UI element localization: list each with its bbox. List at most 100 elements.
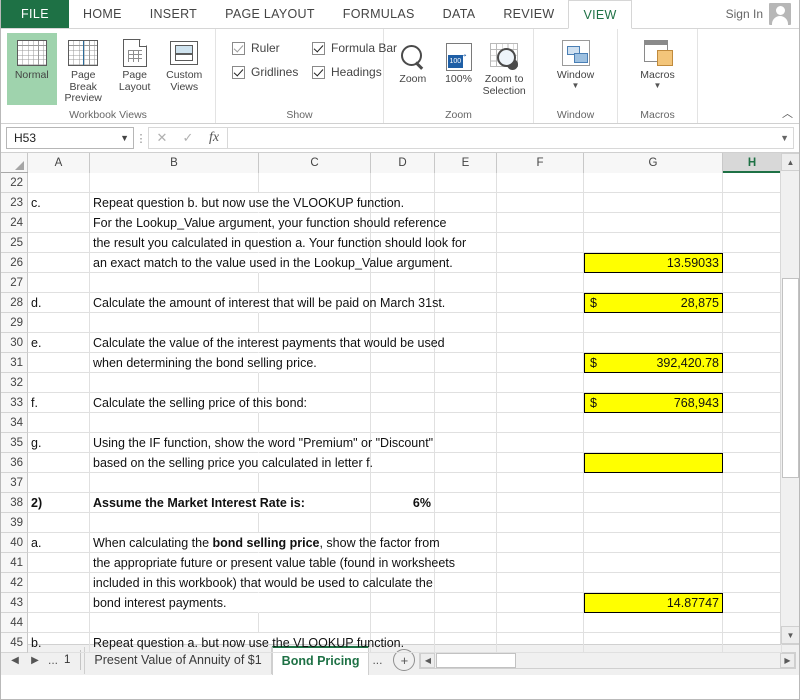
cell-F35[interactable] — [497, 433, 584, 453]
cell-G30[interactable] — [584, 333, 723, 353]
cell-C32[interactable] — [259, 373, 371, 393]
row-header-28[interactable]: 28 — [1, 293, 28, 313]
scroll-up-icon[interactable]: ▲ — [781, 153, 799, 171]
cell-F41[interactable] — [497, 553, 584, 573]
cell-H40[interactable] — [723, 533, 782, 553]
cell-E45[interactable] — [435, 633, 497, 653]
cell-F40[interactable] — [497, 533, 584, 553]
cell-G37[interactable] — [584, 473, 723, 493]
row-header-36[interactable]: 36 — [1, 453, 28, 473]
cell-B26[interactable]: an exact match to the value used in the … — [90, 253, 453, 273]
cell-B31[interactable]: when determining the bond selling price. — [90, 353, 317, 373]
cell-B22[interactable] — [90, 173, 259, 193]
cell-A30[interactable]: e. — [28, 333, 90, 353]
cell-H28[interactable] — [723, 293, 782, 313]
cell-E39[interactable] — [435, 513, 497, 533]
cell-F22[interactable] — [497, 173, 584, 193]
cell-A24[interactable] — [28, 213, 90, 233]
cell-H31[interactable] — [723, 353, 782, 373]
cell-D38[interactable]: 6% — [371, 493, 435, 513]
cell-G35[interactable] — [584, 433, 723, 453]
row-header-38[interactable]: 38 — [1, 493, 28, 513]
cell-A40[interactable]: a. — [28, 533, 90, 553]
cell-H25[interactable] — [723, 233, 782, 253]
formula-input[interactable]: ▼ — [227, 127, 794, 149]
column-header-D[interactable]: D — [371, 153, 435, 173]
cell-A31[interactable] — [28, 353, 90, 373]
cell-H23[interactable] — [723, 193, 782, 213]
cell-G38[interactable] — [584, 493, 723, 513]
confirm-icon[interactable]: ✓ — [175, 128, 201, 148]
vertical-scrollbar-thumb[interactable] — [782, 278, 799, 478]
cell-F42[interactable] — [497, 573, 584, 593]
cell-F33[interactable] — [497, 393, 584, 413]
cell-G25[interactable] — [584, 233, 723, 253]
cell-F30[interactable] — [497, 333, 584, 353]
cell-G36[interactable] — [584, 453, 723, 473]
cell-C43[interactable] — [259, 593, 371, 613]
cell-A35[interactable]: g. — [28, 433, 90, 453]
expand-formula-bar-icon[interactable]: ▼ — [780, 133, 789, 143]
cell-B24[interactable]: For the Lookup_Value argument, your func… — [90, 213, 446, 233]
cell-G39[interactable] — [584, 513, 723, 533]
cell-B37[interactable] — [90, 473, 259, 493]
cell-G32[interactable] — [584, 373, 723, 393]
cell-F31[interactable] — [497, 353, 584, 373]
cell-H34[interactable] — [723, 413, 782, 433]
row-header-24[interactable]: 24 — [1, 213, 28, 233]
cell-G43[interactable]: 14.87747 — [584, 593, 723, 613]
cell-H29[interactable] — [723, 313, 782, 333]
cell-F28[interactable] — [497, 293, 584, 313]
cell-D44[interactable] — [371, 613, 435, 633]
cell-E29[interactable] — [435, 313, 497, 333]
column-header-E[interactable]: E — [435, 153, 497, 173]
page-break-preview-button[interactable]: Page Break Preview — [57, 33, 110, 105]
macros-dropdown-caret-icon[interactable]: ▼ — [654, 81, 662, 89]
cell-B43[interactable]: bond interest payments. — [90, 593, 259, 613]
cell-C39[interactable] — [259, 513, 371, 533]
row-header-31[interactable]: 31 — [1, 353, 28, 373]
cell-D31[interactable] — [371, 353, 435, 373]
tab-view[interactable]: VIEW — [568, 0, 632, 29]
tab-file[interactable]: FILE — [1, 0, 69, 28]
cell-A45[interactable]: b. — [28, 633, 90, 653]
cell-A38[interactable]: 2) — [28, 493, 90, 513]
cell-G29[interactable] — [584, 313, 723, 333]
cell-H39[interactable] — [723, 513, 782, 533]
sheet-nav-ellipsis-right[interactable]: ... — [369, 653, 385, 667]
cell-C29[interactable] — [259, 313, 371, 333]
name-box[interactable]: H53 ▼ — [6, 127, 134, 149]
cell-H36[interactable] — [723, 453, 782, 473]
row-header-32[interactable]: 32 — [1, 373, 28, 393]
cell-B28[interactable]: Calculate the amount of interest that wi… — [90, 293, 445, 313]
row-header-25[interactable]: 25 — [1, 233, 28, 253]
cell-F45[interactable] — [497, 633, 584, 653]
cell-B44[interactable] — [90, 613, 259, 633]
horizontal-scrollbar[interactable]: ◀ ▶ — [419, 651, 796, 669]
cell-F38[interactable] — [497, 493, 584, 513]
cell-F43[interactable] — [497, 593, 584, 613]
cell-B33[interactable]: Calculate the selling price of this bond… — [90, 393, 307, 413]
cell-A32[interactable] — [28, 373, 90, 393]
cell-A33[interactable]: f. — [28, 393, 90, 413]
cell-G26[interactable]: 13.59033 — [584, 253, 723, 273]
cell-F39[interactable] — [497, 513, 584, 533]
cell-A23[interactable]: c. — [28, 193, 90, 213]
cell-A28[interactable]: d. — [28, 293, 90, 313]
cell-E36[interactable] — [435, 453, 497, 473]
select-all-corner[interactable] — [1, 153, 28, 172]
cell-D29[interactable] — [371, 313, 435, 333]
cell-F23[interactable] — [497, 193, 584, 213]
sheet-nav-ellipsis-left[interactable]: ... — [45, 653, 61, 667]
cell-F24[interactable] — [497, 213, 584, 233]
row-header-27[interactable]: 27 — [1, 273, 28, 293]
cell-F25[interactable] — [497, 233, 584, 253]
cell-G44[interactable] — [584, 613, 723, 633]
cell-B23[interactable]: Repeat question b. but now use the VLOOK… — [90, 193, 404, 213]
cell-E43[interactable] — [435, 593, 497, 613]
cell-D34[interactable] — [371, 413, 435, 433]
cell-D39[interactable] — [371, 513, 435, 533]
row-header-29[interactable]: 29 — [1, 313, 28, 333]
cell-E23[interactable] — [435, 193, 497, 213]
cell-H44[interactable] — [723, 613, 782, 633]
